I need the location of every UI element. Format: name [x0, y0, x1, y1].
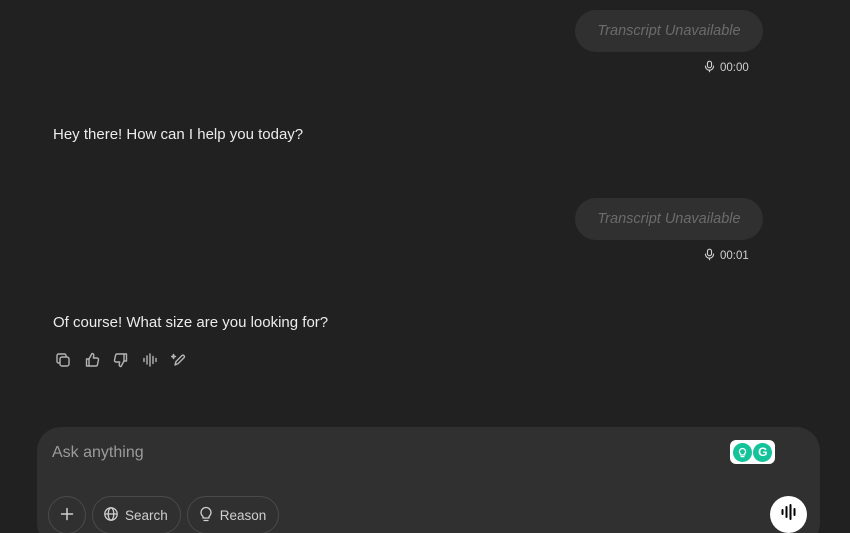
reason-button[interactable]: Reason [186, 496, 280, 533]
thumbs-up-icon[interactable] [82, 350, 102, 370]
search-button[interactable]: Search [92, 496, 181, 533]
reason-label: Reason [219, 507, 267, 523]
user-voice-message-bubble: Transcript Unavailable [575, 198, 763, 240]
copy-icon[interactable] [53, 350, 73, 370]
prompt-input[interactable] [52, 441, 692, 465]
attach-button[interactable] [48, 496, 86, 533]
duration-text: 00:00 [720, 62, 749, 74]
microphone-icon [703, 60, 716, 76]
assistant-message: Of course! What size are you looking for… [53, 314, 329, 331]
composer-tools: Search Reason [48, 496, 280, 533]
globe-icon [103, 506, 119, 525]
read-aloud-icon[interactable] [140, 350, 160, 370]
search-label: Search [125, 507, 168, 523]
lightbulb-icon [198, 506, 214, 525]
edit-canvas-icon[interactable] [169, 350, 189, 370]
voice-mode-button[interactable] [770, 496, 807, 533]
voice-waveform-icon [779, 502, 799, 527]
microphone-icon [703, 248, 716, 264]
transcript-text: Transcript Unavailable [597, 211, 741, 227]
assistant-message: Hey there! How can I help you today? [53, 126, 304, 143]
user-voice-message-bubble: Transcript Unavailable [575, 10, 763, 52]
thumbs-down-icon[interactable] [111, 350, 131, 370]
voice-duration: 00:00 [703, 60, 749, 76]
message-actions [53, 350, 189, 370]
plus-icon [59, 506, 75, 525]
browser-extension-badge[interactable]: G [730, 440, 775, 464]
lightbulb-icon[interactable] [732, 442, 752, 462]
composer: G Search [37, 427, 820, 533]
chat-page: Transcript Unavailable 00:00 Hey there! … [0, 0, 850, 533]
grammarly-icon[interactable]: G [753, 442, 773, 462]
duration-text: 00:01 [720, 250, 749, 262]
voice-duration: 00:01 [703, 248, 749, 264]
transcript-text: Transcript Unavailable [597, 23, 741, 39]
